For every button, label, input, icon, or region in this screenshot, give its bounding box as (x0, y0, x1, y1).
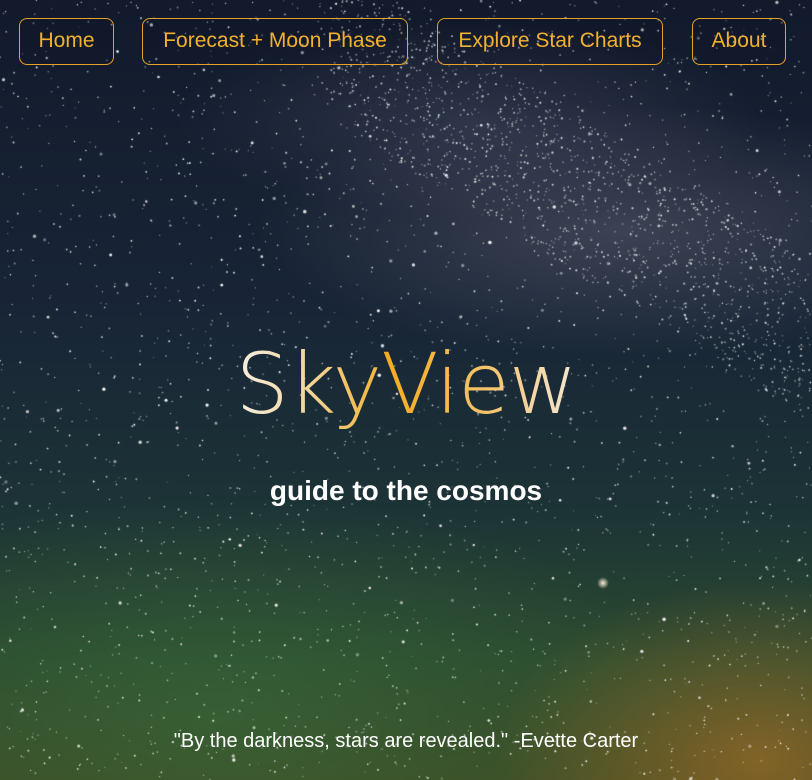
site-title-logo: SkyView (0, 334, 812, 434)
nav-home-button[interactable]: Home (19, 18, 114, 65)
site-title-sky: Sky (235, 335, 382, 433)
nav-about-button[interactable]: About (692, 18, 786, 65)
nav-forecast-moon-phase-button[interactable]: Forecast + Moon Phase (142, 18, 408, 65)
site-tagline: guide to the cosmos (269, 475, 543, 506)
nav-explore-star-charts-button[interactable]: Explore Star Charts (437, 18, 663, 65)
footer-quote: "By the darkness, stars are revealed." -… (173, 730, 639, 752)
site-title-view: View (381, 335, 577, 433)
